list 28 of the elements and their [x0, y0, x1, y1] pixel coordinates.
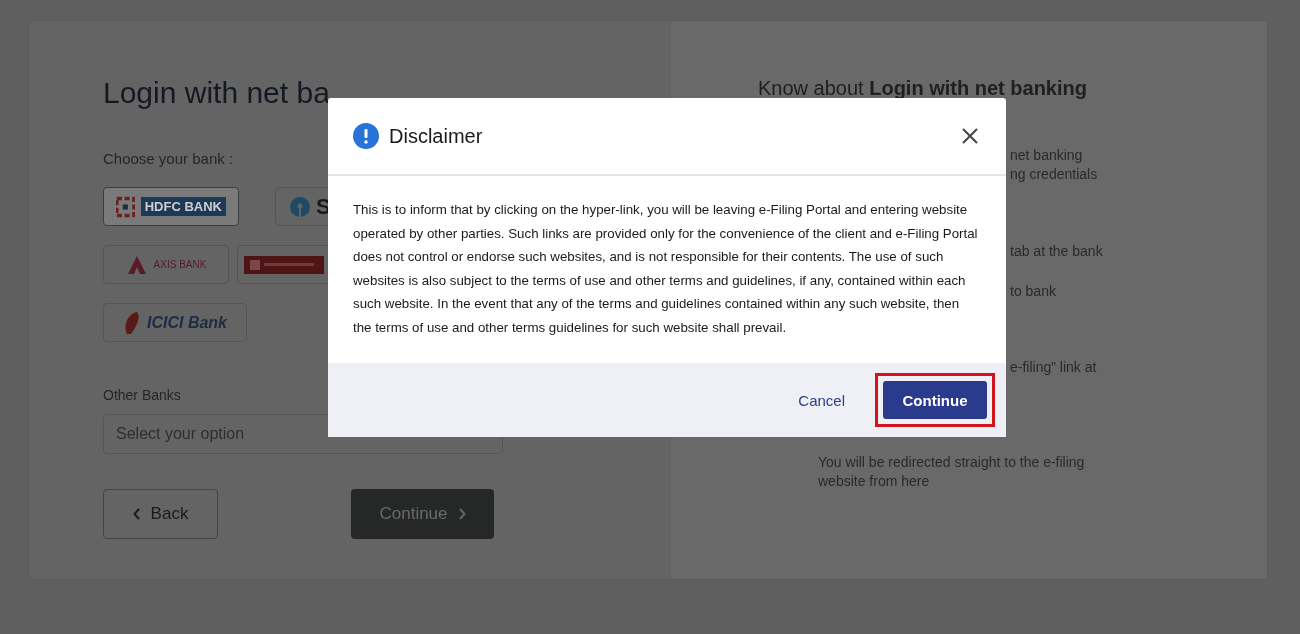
close-icon	[962, 128, 978, 144]
bank-logo-icon	[244, 255, 324, 274]
chevron-left-icon	[132, 508, 141, 520]
info-icon	[353, 123, 379, 149]
field-label: Other Banks	[103, 387, 182, 403]
disclaimer-text: This is to inform that by clicking on the hyper-link, you will be leaving e-Filing Portal and entering website operated by other parties. Such links are provided only for the convenience of the client and e-Filing Portal does not control or endorse such websites, and is not responsible for their contents. The use of such websites is also subject to the terms of use and other terms and guidelines, if any, contained within each such website. In the event that any of the terms and guidelines contained within any such website, then the terms of use and other terms guidelines for such website shall prevail.	[352, 201, 979, 337]
chevron-right-icon	[457, 508, 466, 520]
back-button[interactable]: Back	[103, 489, 218, 539]
bank-option[interactable]: AXIS BANK	[103, 245, 229, 284]
bank-option[interactable]: ICICI Bank	[103, 303, 247, 342]
info-text: net banking	[1010, 146, 1083, 165]
cancel-link[interactable]: Cancel	[792, 390, 851, 410]
info-heading: Know about Login with net banking	[758, 77, 1088, 100]
square-logo-icon	[116, 195, 135, 218]
info-text: tab at the bank	[1010, 242, 1103, 261]
close-button[interactable]	[960, 126, 980, 146]
bank-option[interactable]: HDFC BANK	[103, 187, 239, 226]
field-label: Choose your bank :	[103, 150, 235, 167]
info-text: You will be redirected straight to the e-filing website from here	[817, 453, 1086, 491]
triangle-logo-icon	[125, 255, 148, 274]
circle-logo-icon	[290, 196, 310, 217]
page-title: Login with net ba	[103, 76, 331, 110]
info-text: e-filing” link at	[1010, 358, 1097, 377]
swoosh-logo-icon	[123, 311, 141, 334]
continue-button[interactable]: Continue	[883, 381, 987, 419]
info-text: to bank	[1010, 282, 1056, 301]
dialog-title: Disclaimer	[389, 124, 484, 148]
info-text: ng credentials	[1010, 165, 1098, 184]
